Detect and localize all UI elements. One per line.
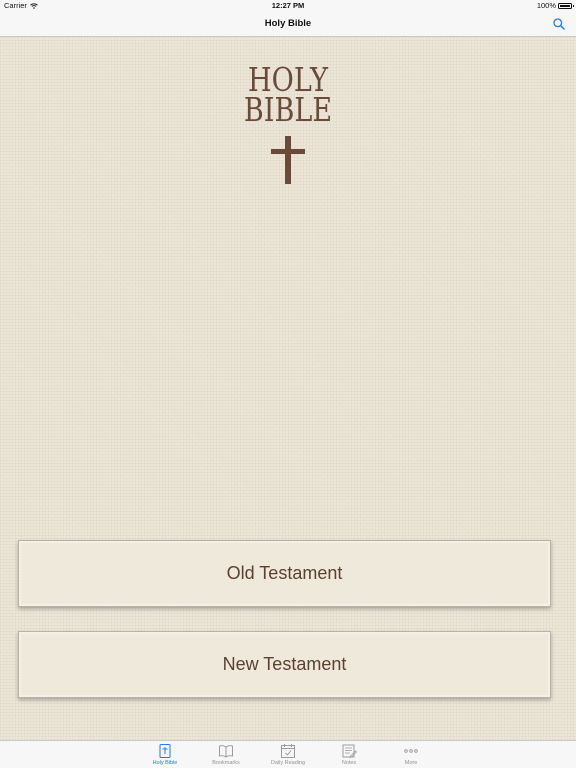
carrier-label: Carrier [4,1,27,10]
wifi-icon [30,2,38,9]
tab-bar: Holy Bible Bookmarks Daily Reading Notes [0,740,576,768]
old-testament-label: Old Testament [226,563,343,583]
battery-percent: 100% [536,1,556,10]
tab-holy-bible[interactable]: Holy Bible [140,741,190,768]
battery-fill [560,4,570,7]
tab-label: Notes [341,760,357,766]
more-icon [404,749,418,753]
page-title: Holy Bible [264,18,312,29]
new-testament-label: New Testament [222,654,347,674]
battery-status: 100% [536,1,574,10]
bible-icon [159,744,171,758]
search-button[interactable] [552,17,566,31]
tab-bookmarks[interactable]: Bookmarks [201,741,251,768]
book-open-icon [219,745,233,758]
status-time: 12:27 PM [271,1,305,10]
new-testament-button[interactable]: New Testament [18,631,551,698]
old-testament-button[interactable]: Old Testament [18,540,551,607]
logo-line-bible: BIBLE [243,90,333,129]
cross-icon [271,136,305,184]
tab-label: More [404,760,418,766]
tab-more[interactable]: More [386,741,436,768]
calendar-check-icon [281,744,295,758]
status-bar: Carrier 12:27 PM 100% [0,0,576,12]
tab-daily-reading[interactable]: Daily Reading [263,741,313,768]
tab-label: Daily Reading [270,760,306,766]
tab-label: Holy Bible [152,760,178,766]
navigation-bar: Holy Bible [0,12,576,37]
search-icon [553,18,565,30]
tab-label: Bookmarks [212,760,240,766]
notes-icon [342,744,357,759]
carrier-info: Carrier [4,1,38,10]
main-content: HOLY BIBLE Old Testament New Testament [0,37,576,740]
tab-notes[interactable]: Notes [324,741,374,768]
holy-bible-logo: HOLY BIBLE [0,63,576,129]
battery-icon [558,2,574,9]
